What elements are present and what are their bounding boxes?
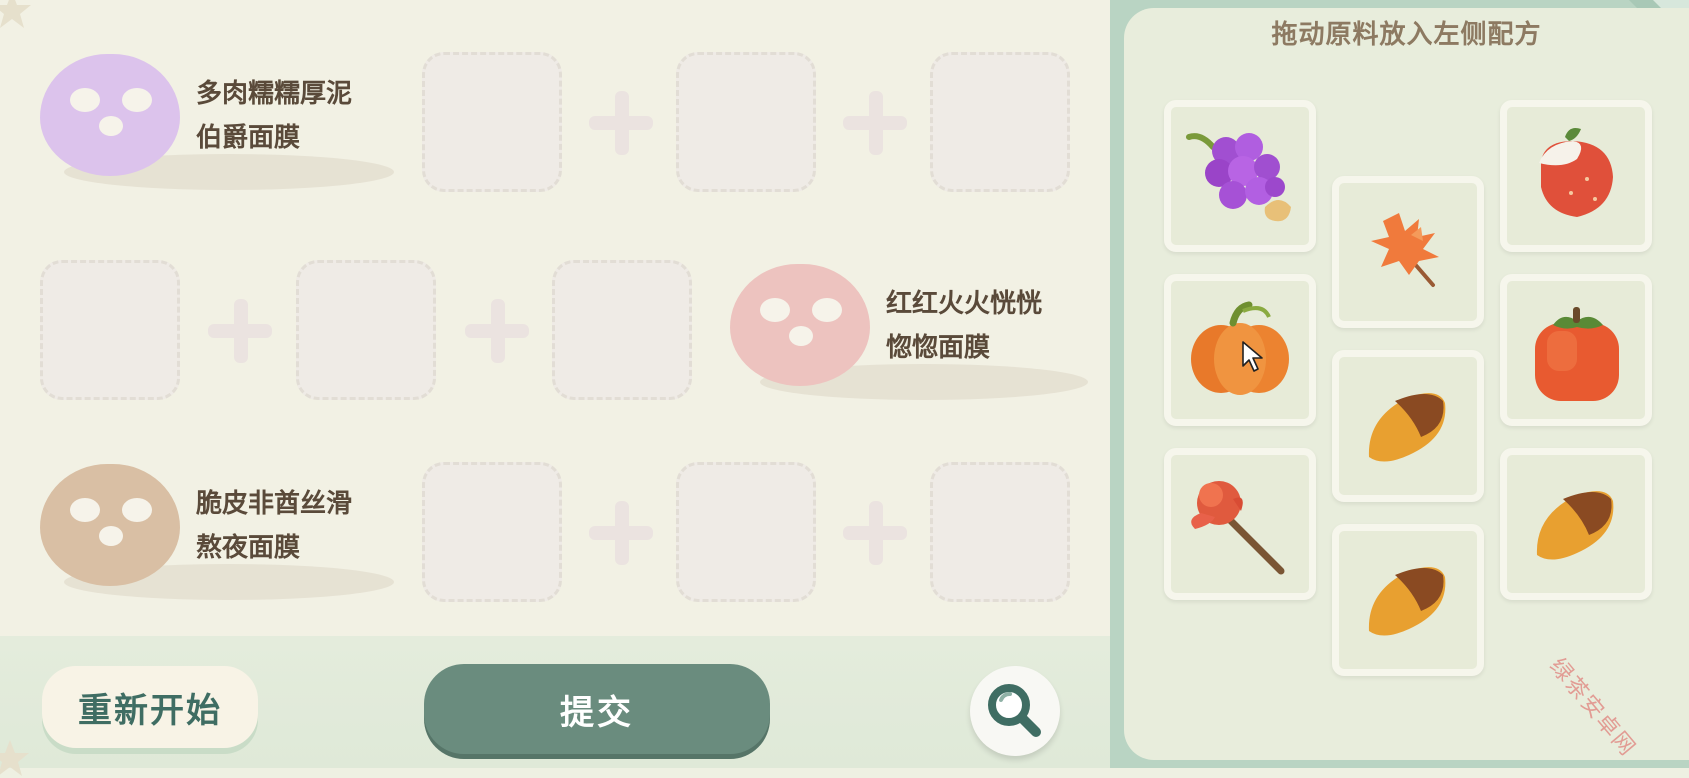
strawberry-icon — [1539, 128, 1613, 217]
recipe-row-2: 红红火火恍恍 惚惚面膜 — [0, 250, 1110, 420]
restart-button[interactable]: 重新开始 — [42, 666, 258, 748]
plus-icon — [843, 91, 907, 155]
recipe-row-3: 脆皮非酋丝滑 熬夜面膜 — [0, 450, 1110, 620]
maple-leaf-icon — [1371, 213, 1439, 287]
ingredient-grape[interactable] — [1164, 100, 1316, 252]
star-decoration-icon — [0, 740, 29, 776]
submit-button[interactable]: 提交 — [424, 664, 770, 754]
ingredient-almond[interactable] — [1332, 350, 1484, 502]
rose-icon — [1191, 481, 1285, 575]
recipe-name-line1: 多肉糯糯厚泥 — [196, 79, 353, 109]
plus-icon — [589, 501, 653, 565]
face-mask-icon — [40, 464, 180, 586]
recipe-name-line2: 伯爵面膜 — [196, 123, 301, 153]
ingredient-panel: 拖动原料放入左侧配方 — [1110, 0, 1689, 768]
ingredient-slot-3[interactable] — [930, 52, 1070, 192]
ingredient-slot-3[interactable] — [552, 260, 692, 400]
almond-icon — [1368, 567, 1446, 636]
plus-icon — [208, 299, 272, 363]
almond-icon — [1368, 393, 1446, 462]
recipe-row-1: 多肉糯糯厚泥 伯爵面膜 — [0, 40, 1110, 210]
face-mask-icon — [730, 264, 870, 386]
ingredient-slot-1[interactable] — [40, 260, 180, 400]
ingredient-maple-leaf[interactable] — [1332, 176, 1484, 328]
ingredient-slot-2[interactable] — [676, 52, 816, 192]
ingredient-slot-2[interactable] — [296, 260, 436, 400]
ingredient-slot-1[interactable] — [422, 462, 562, 602]
panel-title: 拖动原料放入左侧配方 — [1271, 20, 1542, 50]
almond-icon — [1536, 491, 1614, 560]
mouse-cursor-icon — [1242, 341, 1263, 372]
ingredient-almond[interactable] — [1332, 524, 1484, 676]
ingredient-slot-1[interactable] — [422, 52, 562, 192]
ingredient-rose[interactable] — [1164, 448, 1316, 600]
recipe-name-line1: 红红火火恍恍 — [886, 289, 1043, 319]
search-button[interactable] — [970, 666, 1060, 756]
ingredient-slot-2[interactable] — [676, 462, 816, 602]
ingredient-strawberry[interactable] — [1500, 100, 1652, 252]
recipe-name: 红红火火恍恍 惚惚面膜 — [886, 282, 1086, 370]
plus-icon — [589, 91, 653, 155]
recipe-name: 脆皮非酋丝滑 熬夜面膜 — [196, 482, 396, 570]
ingredient-persimmon[interactable] — [1500, 274, 1652, 426]
ingredient-slot-3[interactable] — [930, 462, 1070, 602]
ingredient-pumpkin[interactable] — [1164, 274, 1316, 426]
action-bar: 重新开始 提交 — [0, 636, 1110, 768]
plus-icon — [465, 299, 529, 363]
recipe-name-line2: 惚惚面膜 — [886, 333, 991, 363]
plus-icon — [843, 501, 907, 565]
magnifier-icon — [988, 684, 1041, 737]
ingredient-tray: 拖动原料放入左侧配方 — [1124, 8, 1689, 760]
recipe-panel: 多肉糯糯厚泥 伯爵面膜 红红火火恍恍 惚惚面膜 脆皮非酋丝滑 熬夜面膜 重新开始… — [0, 0, 1110, 776]
recipe-name: 多肉糯糯厚泥 伯爵面膜 — [196, 72, 396, 160]
recipe-name-line2: 熬夜面膜 — [196, 533, 301, 563]
star-decoration-icon — [0, 0, 31, 28]
pumpkin-icon — [1191, 301, 1289, 395]
persimmon-icon — [1535, 307, 1619, 401]
recipe-name-line1: 脆皮非酋丝滑 — [196, 489, 353, 519]
ingredient-almond[interactable] — [1500, 448, 1652, 600]
grape-icon — [1186, 133, 1291, 222]
face-mask-icon — [40, 54, 180, 176]
